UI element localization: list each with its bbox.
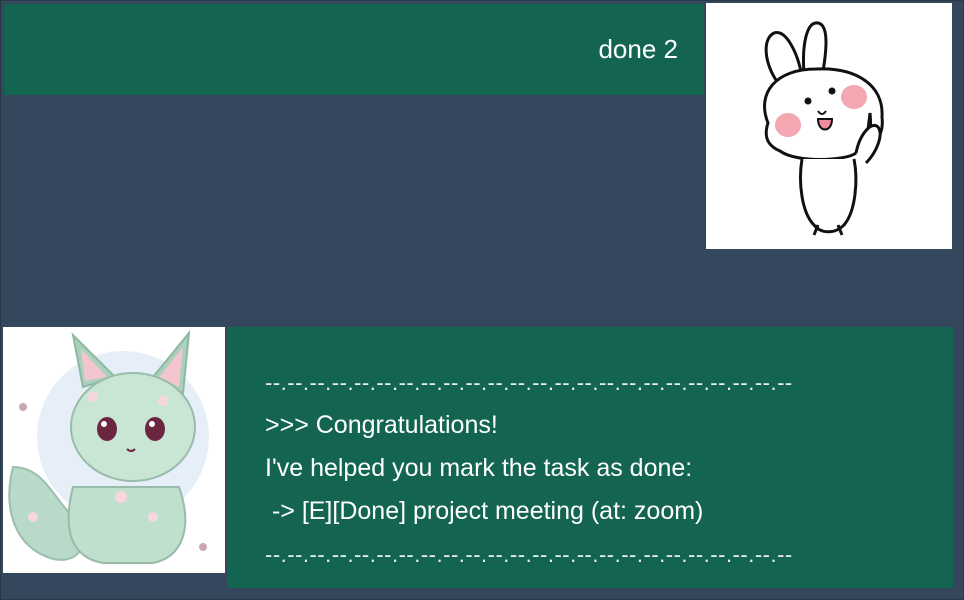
divider-line-bottom: --.--.--.--.--.--.--.--.--.--.--.--.--.-… xyxy=(265,542,793,567)
divider-line-top: --.--.--.--.--.--.--.--.--.--.--.--.--.-… xyxy=(265,370,793,395)
bot-message-line: >>> Congratulations! xyxy=(265,411,498,439)
bot-message-line: I've helped you mark the task as done: xyxy=(265,454,693,482)
bot-message-line: -> [E][Done] project meeting (at: zoom) xyxy=(265,497,704,525)
user-message-bubble: done 2 xyxy=(4,4,704,95)
bunny-avatar-icon xyxy=(706,3,952,249)
user-message-text: done 2 xyxy=(598,34,678,64)
bot-message-bubble: --.--.--.--.--.--.--.--.--.--.--.--.--.-… xyxy=(227,327,953,588)
green-fox-avatar-icon xyxy=(3,327,225,573)
